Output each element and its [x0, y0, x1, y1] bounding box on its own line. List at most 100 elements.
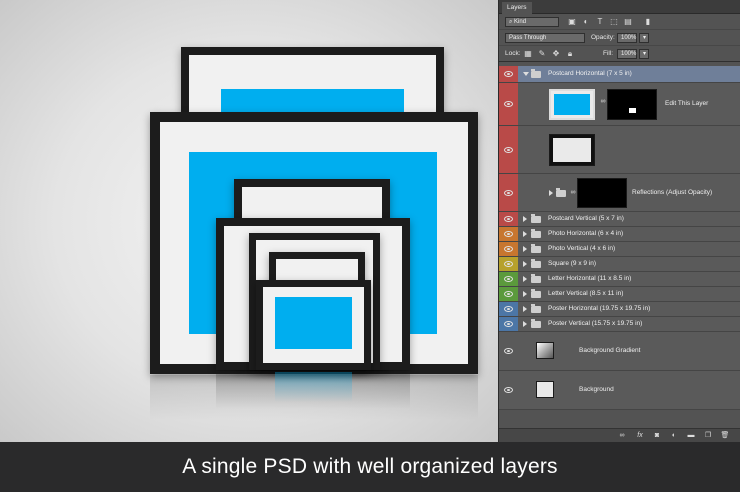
fill-label: Fill:	[603, 50, 614, 57]
visibility-toggle[interactable]	[499, 287, 518, 301]
filter-kind-select[interactable]: ⌕ Kind	[505, 17, 559, 27]
document-canvas[interactable]	[0, 0, 498, 442]
expand-arrow-icon[interactable]	[523, 306, 527, 312]
visibility-toggle[interactable]	[499, 242, 518, 256]
visibility-toggle[interactable]	[499, 66, 518, 82]
layer-name: Postcard Horizontal (7 x 5 in)	[548, 70, 632, 77]
trash-icon[interactable]: 🗑︎	[720, 431, 730, 441]
visibility-toggle[interactable]	[499, 126, 518, 173]
eye-icon	[504, 306, 513, 312]
visibility-toggle[interactable]	[499, 302, 518, 316]
expand-arrow-icon[interactable]	[549, 189, 553, 196]
filter-type-icon[interactable]: T	[595, 17, 605, 27]
expand-arrow-icon[interactable]	[523, 216, 527, 222]
layer-name: Edit This Layer	[665, 100, 709, 107]
layer-background-gradient[interactable]: Background Gradient	[499, 332, 740, 371]
add-mask-icon[interactable]: ◙	[652, 431, 662, 441]
filter-kind-label: Kind	[514, 19, 527, 25]
collapse-arrow-icon[interactable]	[523, 72, 529, 76]
blend-mode-select[interactable]: Pass Through	[505, 33, 585, 43]
expand-arrow-icon[interactable]	[523, 291, 527, 297]
fill-field[interactable]: 100%	[617, 49, 637, 59]
filter-pixel-icon[interactable]: ▣	[567, 17, 577, 27]
lock-label: Lock:	[505, 50, 521, 57]
layer-group[interactable]: Letter Vertical (8.5 x 11 in)	[499, 287, 740, 302]
visibility-toggle[interactable]	[499, 212, 518, 226]
layer-name: Letter Horizontal (11 x 8.5 in)	[548, 275, 632, 282]
folder-icon	[531, 304, 541, 313]
filter-adjustment-icon[interactable]: ◐	[581, 17, 591, 27]
fx-icon[interactable]: fx	[635, 431, 645, 441]
layer-background[interactable]: Background	[499, 371, 740, 410]
tab-layers[interactable]: Layers	[502, 2, 532, 14]
folder-icon	[531, 229, 541, 238]
lock-transparent-icon[interactable]: ▦	[523, 49, 533, 59]
layer-group[interactable]: Postcard Vertical (5 x 7 in)	[499, 212, 740, 227]
filter-smart-object-icon[interactable]: ▤	[623, 17, 633, 27]
layer-group[interactable]: Square (9 x 9 in)	[499, 257, 740, 272]
lock-image-icon[interactable]: ✎	[537, 49, 547, 59]
panel-tab-bar: Layers	[499, 0, 740, 14]
fill-dropdown-icon[interactable]: ▾	[639, 49, 649, 59]
layer-name: Photo Horizontal (6 x 4 in)	[548, 230, 624, 237]
visibility-toggle[interactable]	[499, 83, 518, 125]
adjustment-layer-icon[interactable]: ◐	[669, 431, 679, 441]
folder-icon	[531, 259, 541, 268]
layer-group[interactable]: Poster Vertical (15.75 x 19.75 in)	[499, 317, 740, 332]
new-layer-icon[interactable]: ❐	[703, 431, 713, 441]
lock-row: Lock: ▦ ✎ ✥ 🔒︎ Fill: 100% ▾	[499, 46, 740, 62]
layer-name: Postcard Vertical (5 x 7 in)	[548, 215, 624, 222]
expand-arrow-icon[interactable]	[523, 321, 527, 327]
folder-icon	[531, 244, 541, 253]
frame-front-photo	[256, 280, 371, 370]
eye-icon	[504, 321, 513, 327]
eye-icon	[504, 146, 513, 153]
layer-edit-this[interactable]: ∞ Edit This Layer	[499, 83, 740, 126]
layers-panel[interactable]: Layers ⌕ Kind ▣ ◐ T ⬚ ▤ ▮ Pass Through O…	[498, 0, 740, 442]
visibility-toggle[interactable]	[499, 272, 518, 286]
layer-group[interactable]: Poster Horizontal (19.75 x 19.75 in)	[499, 302, 740, 317]
layer-frame[interactable]	[499, 126, 740, 174]
layers-list[interactable]: Postcard Horizontal (7 x 5 in) ∞ Edit Th…	[499, 66, 740, 410]
eye-icon	[504, 101, 513, 107]
eye-icon	[504, 348, 513, 354]
folder-icon	[531, 69, 541, 78]
visibility-toggle[interactable]	[499, 257, 518, 271]
eye-icon	[504, 246, 513, 252]
layer-thumbnail	[549, 134, 595, 166]
layer-group[interactable]: Letter Horizontal (11 x 8.5 in)	[499, 272, 740, 287]
lock-position-icon[interactable]: ✥	[551, 49, 561, 59]
expand-arrow-icon[interactable]	[523, 231, 527, 237]
opacity-field[interactable]: 100%	[617, 33, 637, 43]
opacity-dropdown-icon[interactable]: ▾	[639, 33, 649, 43]
expand-arrow-icon[interactable]	[523, 276, 527, 282]
layer-name: Background Gradient	[579, 347, 641, 354]
visibility-toggle[interactable]	[499, 332, 518, 370]
filter-shape-icon[interactable]: ⬚	[609, 17, 619, 27]
opacity-label: Opacity:	[591, 34, 615, 41]
lock-all-icon[interactable]: 🔒︎	[565, 49, 575, 59]
new-group-icon[interactable]: ▬	[686, 431, 696, 441]
layer-reflections[interactable]: ∞ Reflections (Adjust Opacity)	[499, 174, 740, 212]
eye-icon	[504, 276, 513, 282]
visibility-toggle[interactable]	[499, 317, 518, 331]
expand-arrow-icon[interactable]	[523, 261, 527, 267]
visibility-toggle[interactable]	[499, 371, 518, 409]
filter-toggle-icon[interactable]: ▮	[643, 17, 653, 27]
expand-arrow-icon[interactable]	[523, 246, 527, 252]
layer-name: Background	[579, 386, 614, 393]
eye-icon	[504, 261, 513, 267]
layer-group[interactable]: Photo Horizontal (6 x 4 in)	[499, 227, 740, 242]
filter-row: ⌕ Kind ▣ ◐ T ⬚ ▤ ▮	[499, 14, 740, 30]
layer-group-open[interactable]: Postcard Horizontal (7 x 5 in)	[499, 66, 740, 83]
layer-thumbnail	[549, 89, 595, 120]
eye-icon	[504, 231, 513, 237]
visibility-toggle[interactable]	[499, 227, 518, 241]
folder-icon	[531, 274, 541, 283]
layer-thumbnail	[536, 381, 554, 398]
eye-icon	[504, 216, 513, 222]
link-layers-icon[interactable]: ∞	[617, 431, 627, 441]
folder-icon	[531, 319, 541, 328]
layer-group[interactable]: Photo Vertical (4 x 6 in)	[499, 242, 740, 257]
visibility-toggle[interactable]	[499, 174, 518, 211]
